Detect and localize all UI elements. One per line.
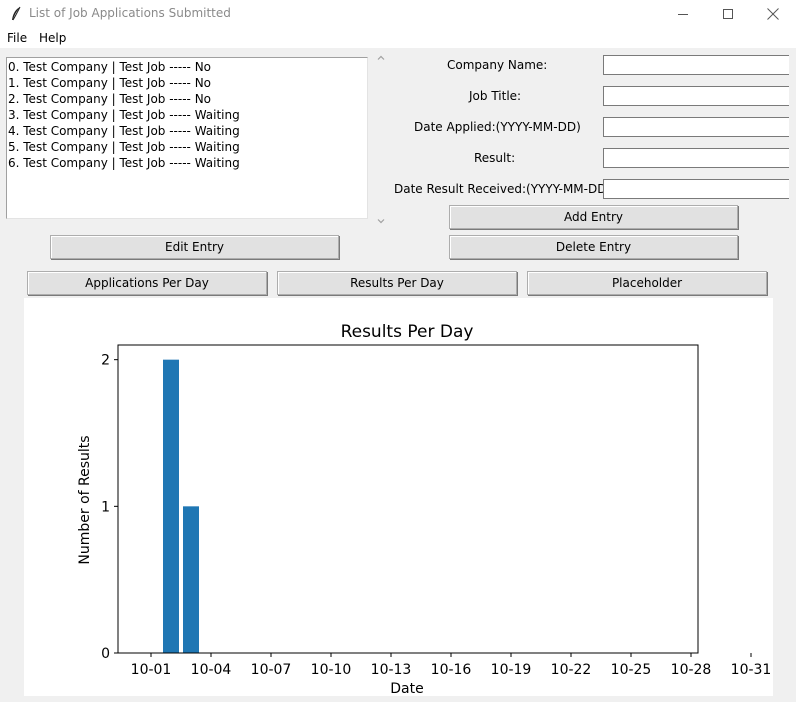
applications-listbox[interactable]: 0. Test Company | Test Job ----- No 1. T… bbox=[6, 57, 368, 219]
delete-entry-button[interactable]: Delete Entry bbox=[449, 235, 738, 259]
menu-help[interactable]: Help bbox=[39, 31, 66, 45]
add-entry-button[interactable]: Add Entry bbox=[449, 205, 738, 229]
x-tick-label: 10-07 bbox=[251, 662, 292, 678]
edit-entry-button[interactable]: Edit Entry bbox=[50, 235, 339, 259]
x-tick-label: 10-22 bbox=[551, 662, 592, 678]
chart-bar bbox=[183, 506, 199, 653]
x-tick-label: 10-31 bbox=[731, 662, 772, 678]
x-tick-label: 10-01 bbox=[131, 662, 172, 678]
list-item[interactable]: 0. Test Company | Test Job ----- No bbox=[8, 59, 367, 75]
applications-per-day-button[interactable]: Applications Per Day bbox=[27, 271, 267, 295]
list-item[interactable]: 3. Test Company | Test Job ----- Waiting bbox=[8, 107, 367, 123]
menu-file[interactable]: File bbox=[7, 31, 27, 45]
chart-panel: Results Per Day Date Number of Results 0… bbox=[24, 298, 773, 696]
placeholder-button[interactable]: Placeholder bbox=[527, 271, 767, 295]
menu-bar: File Help bbox=[0, 28, 796, 48]
x-axis-label: Date bbox=[390, 681, 423, 696]
list-item[interactable]: 4. Test Company | Test Job ----- Waiting bbox=[8, 123, 367, 139]
x-tick-label: 10-04 bbox=[191, 662, 232, 678]
list-item[interactable]: 5. Test Company | Test Job ----- Waiting bbox=[8, 139, 367, 155]
title-bar: List of Job Applications Submitted bbox=[0, 0, 796, 28]
listbox-scrollbar[interactable] bbox=[374, 48, 388, 232]
job-title-input[interactable] bbox=[603, 86, 789, 106]
chart-bar bbox=[163, 359, 179, 653]
maximize-button[interactable] bbox=[705, 0, 751, 28]
scroll-up-icon[interactable] bbox=[377, 54, 385, 62]
date-applied-label: Date Applied:(YYYY-MM-DD) bbox=[414, 120, 581, 134]
minimize-icon bbox=[678, 14, 688, 15]
chart-title: Results Per Day bbox=[341, 322, 474, 342]
list-item[interactable]: 2. Test Company | Test Job ----- No bbox=[8, 91, 367, 107]
list-item[interactable]: 1. Test Company | Test Job ----- No bbox=[8, 75, 367, 91]
feather-icon bbox=[12, 6, 21, 21]
y-tick-label: 0 bbox=[101, 646, 110, 662]
date-result-label: Date Result Received:(YYYY-MM-DD) bbox=[394, 182, 612, 196]
y-tick-label: 1 bbox=[101, 499, 110, 515]
result-input[interactable] bbox=[603, 148, 789, 168]
job-title-label: Job Title: bbox=[469, 89, 522, 103]
x-tick-label: 10-16 bbox=[431, 662, 472, 678]
results-per-day-button[interactable]: Results Per Day bbox=[277, 271, 517, 295]
company-name-input[interactable] bbox=[603, 55, 789, 75]
result-label: Result: bbox=[474, 151, 516, 165]
scroll-down-icon[interactable] bbox=[377, 217, 385, 225]
list-item[interactable]: 6. Test Company | Test Job ----- Waiting bbox=[8, 155, 367, 171]
x-tick-label: 10-13 bbox=[371, 662, 412, 678]
date-applied-input[interactable] bbox=[603, 117, 789, 137]
close-button[interactable] bbox=[750, 0, 796, 28]
plot-frame bbox=[117, 344, 699, 654]
date-result-input[interactable] bbox=[603, 179, 789, 199]
company-name-label: Company Name: bbox=[447, 58, 548, 72]
x-tick-label: 10-19 bbox=[491, 662, 532, 678]
results-per-day-chart: Results Per Day Date Number of Results 0… bbox=[77, 322, 772, 696]
maximize-icon bbox=[723, 9, 733, 19]
y-tick-label: 2 bbox=[101, 353, 110, 369]
window-title: List of Job Applications Submitted bbox=[29, 6, 231, 20]
minimize-button[interactable] bbox=[660, 0, 706, 28]
close-icon bbox=[767, 8, 779, 20]
y-axis-label: Number of Results bbox=[77, 435, 93, 564]
x-tick-label: 10-28 bbox=[671, 662, 712, 678]
x-tick-label: 10-10 bbox=[311, 662, 352, 678]
x-tick-label: 10-25 bbox=[611, 662, 652, 678]
